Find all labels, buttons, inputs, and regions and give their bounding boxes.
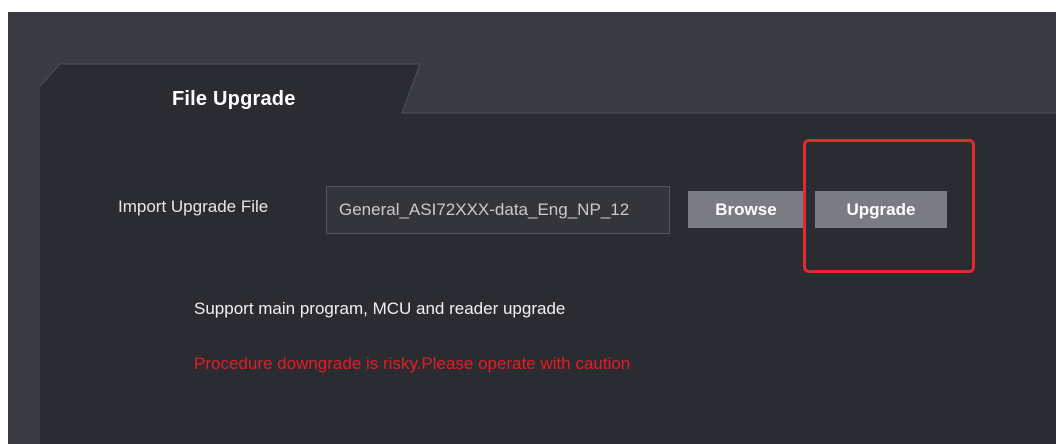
import-file-label: Import Upgrade File	[118, 197, 269, 216]
support-note: Support main program, MCU and reader upg…	[194, 299, 566, 318]
upgrade-file-input[interactable]: General_ASI72XXX-data_Eng_NP_12	[326, 186, 670, 234]
downgrade-warning: Procedure downgrade is risky.Please oper…	[194, 354, 631, 373]
tab-file-upgrade[interactable]: File Upgrade	[172, 88, 296, 111]
browse-button[interactable]: Browse	[688, 191, 804, 228]
upgrade-highlight-box	[803, 139, 975, 273]
upgrade-window: File Upgrade Import Upgrade File General…	[8, 12, 1056, 444]
